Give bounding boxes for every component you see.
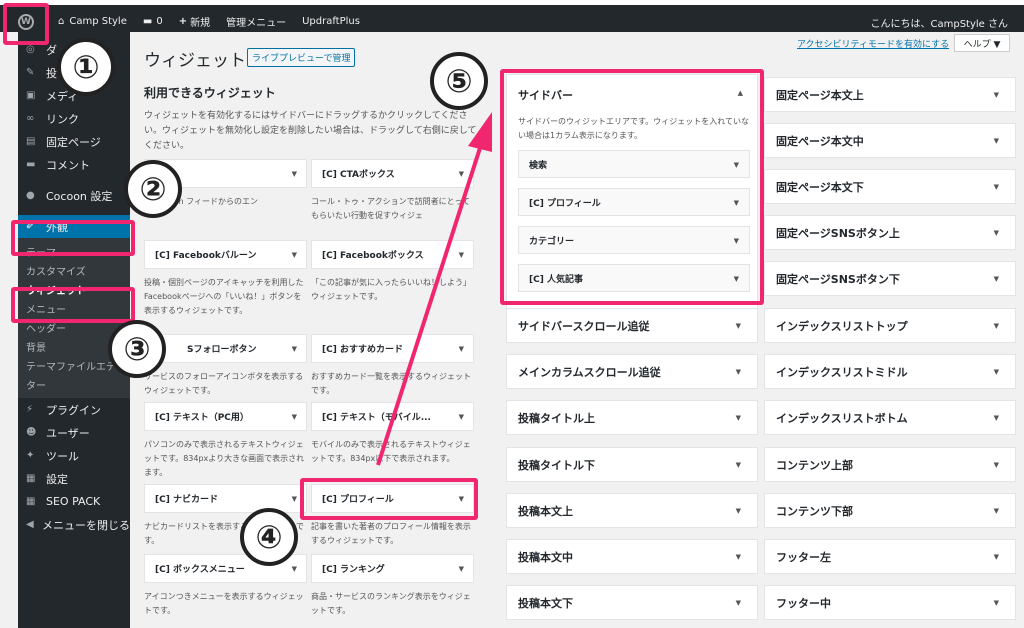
step-badge-4: ④ — [240, 508, 298, 566]
step-badge-3: ③ — [108, 320, 166, 378]
arrow-head — [468, 112, 492, 152]
step-badge-2: ② — [124, 160, 182, 218]
drag-arrow — [376, 112, 492, 466]
arrow-line — [376, 147, 482, 466]
step-badge-5: ⑤ — [430, 52, 488, 110]
step-badge-1: ① — [57, 38, 115, 96]
